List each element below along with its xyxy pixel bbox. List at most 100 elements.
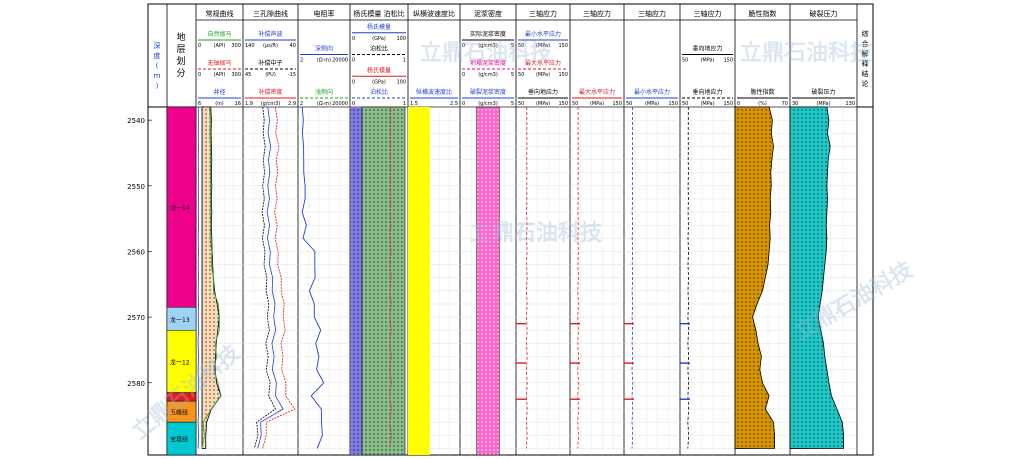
curve-max: 20000 [332,58,348,64]
ym-fill [350,107,362,455]
vpvs-fill [408,107,430,455]
pr-fill [361,106,406,456]
curve-max: 300 [231,72,241,78]
depth-title-char: 深 [154,41,161,50]
curve-name: 最小水平应力 [634,88,670,96]
curve-unit: (MPa) [700,101,714,107]
curve-min: 2 [300,58,303,64]
track-title: 脆性指数 [749,9,777,18]
zone-title-char: 层 [176,44,185,55]
curve-min: 50 [626,101,632,107]
well-log-chart: 深度(m)25402550256025702580地层划分龙一14龙一13龙一1… [127,3,918,456]
curve-unit: (Ω·m) [317,58,331,64]
curve-name: 补偿中子 [258,59,282,67]
curve-max: 150 [558,72,568,78]
curve-name: 杨氏模量 [367,23,391,31]
curve-max: 300 [231,43,241,49]
track-title: 常规曲线 [206,9,234,18]
curve-unit: (μs/ft) [263,43,278,49]
curve-max: 150 [723,58,733,64]
curve-min: 0 [737,101,740,107]
curve-name: 井径 [213,88,225,96]
curve-name: 最大水平应力 [579,88,615,96]
curve-min: 0 [352,79,355,85]
curve-min: 1.5 [410,101,418,107]
curve-max: 1 [403,58,406,64]
depth-tick-label: 2580 [127,380,145,388]
curve-min: 50 [518,72,524,78]
track-title: 纵横波速度比 [413,9,455,18]
curve-name: 自然伽马 [207,30,231,38]
curve-min: 0 [198,43,201,49]
curve-min: 50 [682,101,688,107]
zone-label: 龙一13 [170,316,190,324]
curve-max: 5 [511,101,514,107]
curve-unit: (MPa) [536,72,550,78]
mud-window-fill [476,106,500,456]
depth-title-char: m [154,72,161,80]
curve-min: 50 [518,101,524,107]
curve-name: 垂向地应力 [692,45,722,53]
curve-min: 2 [300,101,303,107]
depth-title-char: ( [156,62,159,70]
curve-unit: (MPa) [700,58,714,64]
curve-unit: (MPa) [645,101,659,107]
curve-name: 破裂泥浆密度 [470,88,506,96]
curve-name: 深侧向 [315,45,333,53]
curve-min: 30 [792,101,798,107]
curve-min: 0 [198,72,201,78]
curve-unit: (g/cm3) [478,72,498,78]
curve-min: 50 [572,101,578,107]
curve-min: 0 [352,101,355,107]
curve-unit: (MPa) [816,101,830,107]
curve-max: 40 [290,43,296,49]
zone-label: 龙一12 [170,358,190,366]
depth-tick-label: 2570 [127,314,145,322]
curve-max: 150 [723,101,733,107]
zone-title-char: 划 [176,55,185,67]
curve-unit: (Ω·m) [317,101,331,107]
curve-name: 纵横波速度比 [416,88,452,96]
curve-name: 补偿密度 [258,88,282,96]
curve-name: 无铀伽马 [207,59,231,67]
curve-name: 补偿声波 [258,30,282,38]
depth-tick-label: 2550 [127,183,145,191]
curve-unit: (MPa) [590,101,604,107]
curve-unit: (MPa) [536,101,550,107]
curve-max: 16 [235,101,241,107]
curve-name: 杨氏模量 [367,66,391,74]
depth-tick-label: 2560 [127,248,145,256]
curve-unit: (in) [215,101,224,107]
curve-min: 0 [352,58,355,64]
curve-max: 150 [668,101,678,107]
track-title: 三轴应力 [529,9,557,18]
curve-max: 2.5 [450,101,458,107]
curve-unit: (%) [758,101,767,107]
curve-name: 垂向地应力 [528,88,558,96]
curve-max: 2.9 [288,101,296,107]
curve-max: 70 [782,101,788,107]
track-title: 破裂压力 [810,9,838,18]
curve-name: 实际泥浆密度 [470,30,506,38]
track-title: 杨氏模量 泊松比 [353,9,404,18]
watermark: 立鼎石油科技 [420,40,553,66]
curve-name: 破裂压力 [811,88,835,96]
curve-unit: (g/cm3) [478,101,498,107]
curve-min: 0 [462,101,465,107]
curve-min: 140 [245,43,255,49]
zone-title-char: 分 [176,68,185,79]
track-title: 泥浆密度 [474,9,502,18]
curve-max: 130 [845,101,855,107]
curve-max: 5 [511,72,514,78]
zone-title-char: 地 [176,31,185,43]
curve-min: 1.9 [245,101,253,107]
zone-label: 宝塔组 [170,436,188,444]
curve-unit: (PU) [265,72,276,78]
depth-title-char: ) [156,82,159,90]
curve-max: 100 [396,79,406,85]
watermark: 立鼎石油科技 [470,220,603,246]
curve-max: 150 [558,101,568,107]
curve-max: 150 [558,43,568,49]
curve-name: 泊松比 [370,45,388,53]
curve-max: 100 [396,36,406,42]
